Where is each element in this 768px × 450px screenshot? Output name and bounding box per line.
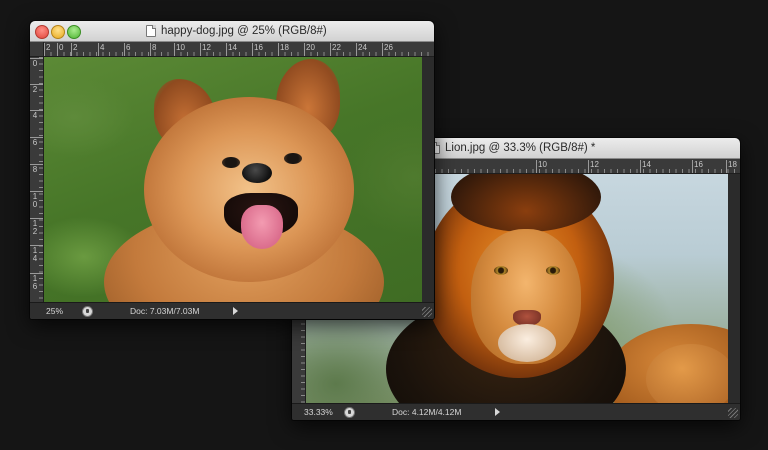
- resize-grip-icon[interactable]: [422, 307, 432, 317]
- dog-document-window[interactable]: happy-dog.jpg @ 25% (RGB/8#) 2 0 2 4 6 8…: [30, 21, 434, 319]
- lion-status-bar: 33.33% Doc: 4.12M/4.12M: [292, 403, 740, 420]
- ruler-tick-label: 22: [330, 43, 341, 56]
- dog-left-eye: [222, 157, 240, 168]
- ruler-tick-label: 16: [30, 273, 43, 291]
- ruler-tick-label: 6: [123, 43, 131, 56]
- dog-zoom-level[interactable]: 25%: [46, 306, 63, 316]
- document-icon: [146, 25, 156, 37]
- lion-doc-size: Doc: 4.12M/4.12M: [392, 407, 462, 417]
- ruler-tick-label: 16: [692, 160, 703, 173]
- ruler-tick-label: 2: [44, 43, 51, 56]
- ruler-tick-label: 0: [56, 43, 64, 56]
- ruler-tick-label: 14: [226, 43, 237, 56]
- dog-title-bar[interactable]: happy-dog.jpg @ 25% (RGB/8#): [30, 21, 434, 42]
- ruler-tick-label: 14: [640, 160, 651, 173]
- dog-nose: [242, 163, 272, 183]
- dog-status-bar: 25% Doc: 7.03M/7.03M: [30, 302, 434, 319]
- status-info-icon[interactable]: [344, 407, 355, 418]
- lion-right-eye: [546, 266, 560, 275]
- ruler-tick-label: 18: [278, 43, 289, 56]
- ruler-tick-label: 2: [70, 43, 78, 56]
- ruler-tick-label: 12: [588, 160, 599, 173]
- status-info-icon[interactable]: [82, 306, 93, 317]
- zoom-icon[interactable]: [67, 25, 81, 39]
- ruler-tick-label: 2: [30, 84, 43, 94]
- close-icon[interactable]: [35, 25, 49, 39]
- ruler-tick-label: 14: [30, 245, 43, 263]
- lion-window-title: Lion.jpg @ 33.3% (RGB/8#) *: [445, 142, 596, 154]
- ruler-tick-label: 8: [149, 43, 157, 56]
- ruler-tick-label: 4: [30, 110, 43, 120]
- lion-muzzle: [498, 324, 556, 362]
- lion-zoom-level[interactable]: 33.33%: [304, 407, 333, 417]
- menu-arrow-icon[interactable]: [233, 307, 238, 315]
- dog-horizontal-ruler[interactable]: 2 0 2 4 6 8 10 12 14 16 18 20 22 24 26: [44, 42, 434, 57]
- ruler-tick-label: 6: [30, 137, 43, 147]
- dog-image-canvas[interactable]: [44, 57, 422, 303]
- ruler-tick-label: 10: [174, 43, 185, 56]
- ruler-tick-label: 4: [97, 43, 105, 56]
- menu-arrow-icon[interactable]: [495, 408, 500, 416]
- ruler-tick-label: 12: [30, 218, 43, 236]
- lion-left-eye: [494, 266, 508, 275]
- dog-right-eye: [284, 153, 302, 164]
- ruler-tick-label: 0: [30, 58, 43, 68]
- resize-grip-icon[interactable]: [728, 408, 738, 418]
- ruler-tick-label: 20: [304, 43, 315, 56]
- ruler-tick-label: 10: [536, 160, 547, 173]
- dog-doc-size: Doc: 7.03M/7.03M: [130, 306, 200, 316]
- dog-tongue: [241, 205, 283, 249]
- dog-window-title: happy-dog.jpg @ 25% (RGB/8#): [161, 25, 327, 37]
- ruler-tick-label: 12: [200, 43, 211, 56]
- minimize-icon[interactable]: [51, 25, 65, 39]
- dog-head: [144, 97, 354, 282]
- dog-ruler-origin[interactable]: [30, 42, 44, 57]
- ruler-tick-label: 24: [356, 43, 367, 56]
- ruler-tick-label: 8: [30, 164, 43, 174]
- ruler-tick-label: 10: [30, 191, 43, 209]
- ruler-tick-label: 16: [252, 43, 263, 56]
- ruler-tick-label: 18: [726, 160, 737, 173]
- dog-vertical-ruler[interactable]: 0 2 4 6 8 10 12 14 16: [30, 57, 44, 303]
- ruler-tick-label: 26: [382, 43, 393, 56]
